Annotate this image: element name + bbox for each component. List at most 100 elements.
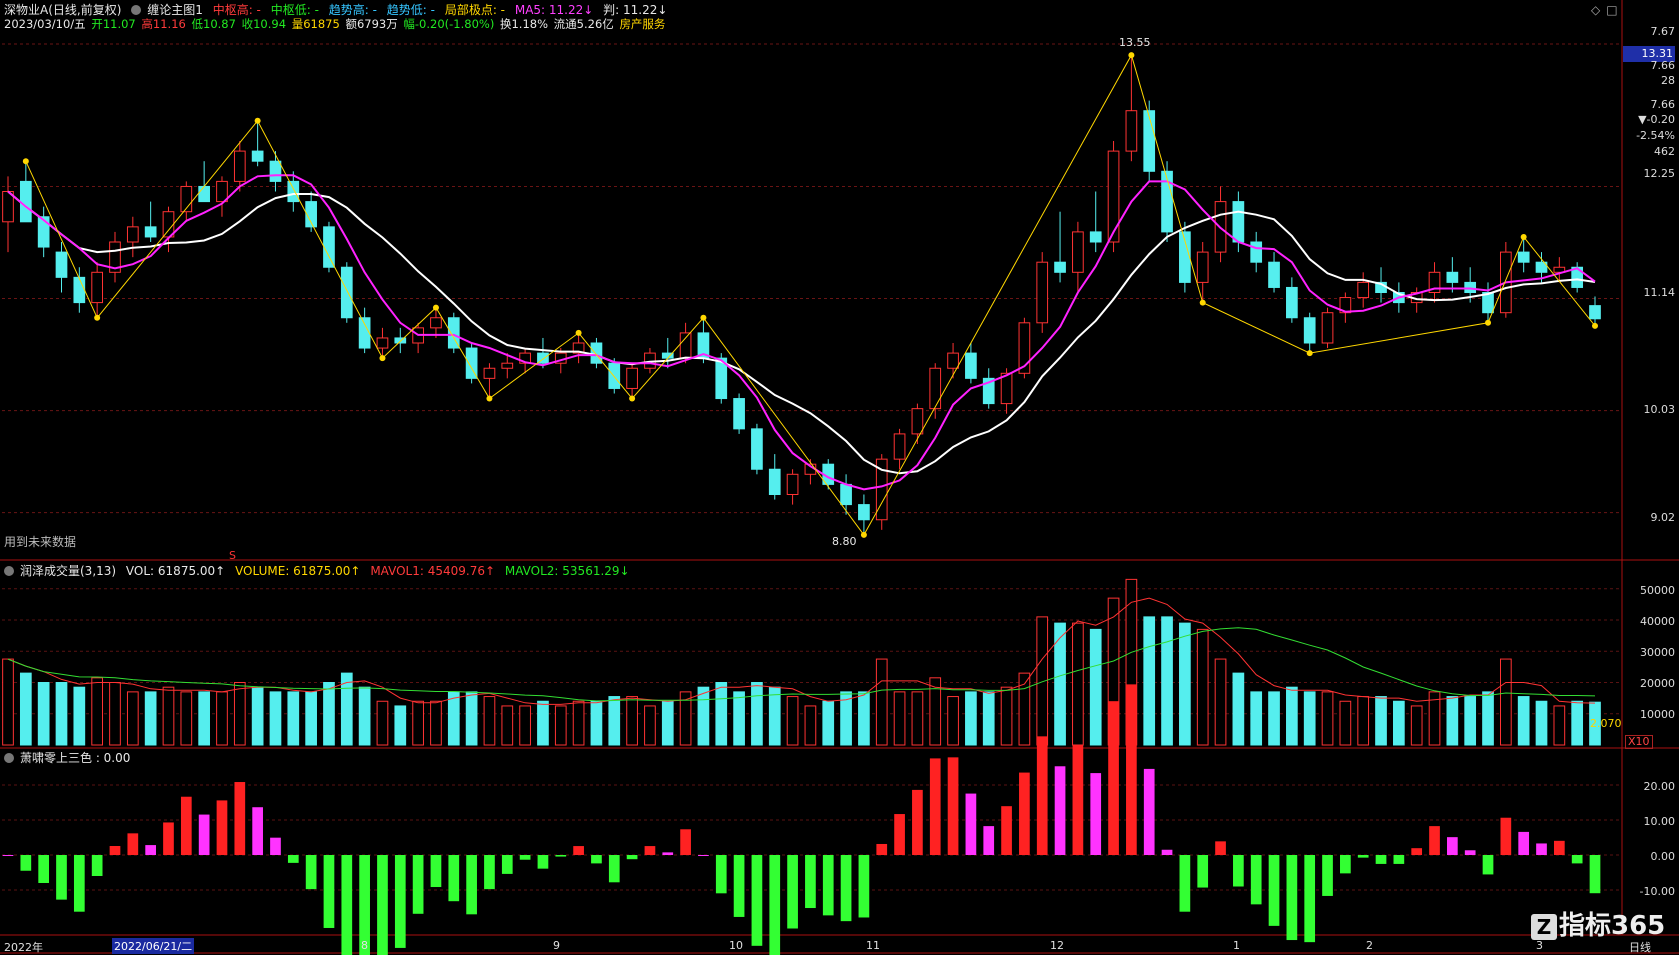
macd-bar-57	[1019, 772, 1030, 855]
legend-trend-high: 趋势高: -	[328, 3, 377, 17]
candle-body-50	[893, 433, 906, 460]
vol-tick-3: 30000	[1640, 646, 1675, 659]
stock-title[interactable]: 深物业A(日线,前复权)	[4, 3, 121, 17]
volume-bar-11	[198, 691, 210, 746]
volume-bar-37	[661, 700, 674, 746]
volume-bar-15	[269, 691, 282, 746]
macd-bar-55	[983, 826, 995, 855]
volume-bar-56	[1000, 686, 1013, 746]
macd-tick-4: -10.00	[1639, 885, 1675, 898]
macd-bar-88	[1571, 855, 1583, 864]
volume-bar-84	[1499, 658, 1512, 746]
chart-background	[0, 0, 1679, 955]
bar-high: 高11.16	[141, 17, 186, 31]
candle-body-81	[1446, 271, 1459, 283]
macd-title[interactable]: 萧啸零上三色 : 0.00	[20, 751, 130, 765]
rp-value-1: 7.67	[1650, 25, 1676, 38]
macd-bar-77	[1375, 855, 1387, 864]
macd-bar-59	[1054, 766, 1066, 855]
macd-bar-49	[876, 843, 888, 855]
macd-bar-54	[965, 793, 977, 855]
candle-body-28	[501, 362, 514, 369]
volume-bar-27	[483, 696, 496, 746]
volume-title[interactable]: 润泽成交量(3,13)	[20, 564, 116, 578]
diamond-icon[interactable]: ◇	[1591, 3, 1600, 17]
macd-bar-7	[127, 833, 139, 855]
macd-bar-6	[109, 846, 121, 855]
macd-bar-42	[751, 855, 763, 946]
maximize-icon[interactable]: □	[1606, 3, 1617, 17]
stock-chart-canvas[interactable]	[0, 0, 1679, 955]
macd-bar-3	[56, 855, 67, 900]
macd-bar-83	[1482, 855, 1494, 875]
macd-bar-86	[1536, 843, 1547, 855]
window-controls: ◇ □	[1591, 2, 1624, 18]
macd-bar-32	[573, 846, 584, 855]
macd-bar-16	[287, 855, 299, 863]
macd-bar-58	[1036, 736, 1048, 855]
volume-bar-85	[1517, 696, 1530, 746]
vol-tick-1: 50000	[1640, 584, 1675, 597]
indicator-toggle-icon[interactable]	[131, 5, 142, 15]
macd-bar-14	[252, 807, 263, 855]
macd-bar-50	[894, 814, 905, 855]
candle-body-82	[1464, 281, 1477, 293]
volume-bar-17	[305, 691, 317, 746]
macd-toggle-icon[interactable]	[4, 753, 14, 763]
vol-tick-2: 40000	[1640, 615, 1675, 628]
legend-zhongshu-low: 中枢低: -	[270, 3, 319, 17]
rp-value-4: 7.66	[1650, 98, 1676, 111]
volume-bar-67	[1196, 628, 1209, 746]
volume-bar-18	[323, 682, 335, 746]
macd-bar-68	[1215, 841, 1226, 855]
candle-body-16	[287, 180, 300, 203]
volume-bar-55	[982, 691, 995, 746]
candle-body-22	[394, 337, 407, 344]
volume-bar-79	[1410, 705, 1423, 746]
candle-body-14	[251, 150, 264, 162]
candle-body-73	[1303, 317, 1316, 344]
macd-bar-89	[1589, 855, 1601, 894]
bar-change: 幅-0.20(-1.80%)	[403, 17, 495, 31]
volume-bar-22	[394, 705, 407, 746]
macd-bar-11	[198, 814, 210, 855]
candle-body-8	[144, 226, 157, 238]
macd-bar-51	[912, 789, 923, 855]
rp-value-3: 28	[1661, 74, 1675, 87]
date-selected[interactable]: 2022/06/21/二	[112, 938, 195, 954]
macd-bar-43	[769, 855, 781, 955]
volume-bar-34	[608, 696, 621, 746]
volume-bar-3	[55, 682, 68, 746]
macd-bar-80	[1429, 826, 1440, 855]
macd-bar-87	[1553, 840, 1565, 855]
zigzag-point-3	[379, 355, 386, 362]
zigzag-point-12	[1306, 350, 1313, 357]
volume-bar-31	[554, 705, 567, 746]
macd-bar-66	[1179, 855, 1191, 912]
macd-bar-53	[947, 757, 959, 855]
volume-bar-83	[1482, 691, 1494, 746]
macd-bar-48	[858, 855, 870, 918]
future-data-note: 用到未来数据	[4, 535, 77, 549]
x10-badge[interactable]: X10	[1625, 735, 1653, 749]
rp-value-7: 462	[1654, 145, 1675, 158]
macd-bar-79	[1411, 848, 1423, 855]
macd-bar-27	[484, 855, 495, 890]
volume-bar-24	[430, 700, 442, 746]
mavol2-value: MAVOL2: 53561.29↓	[504, 564, 630, 578]
macd-legend: 萧啸零上三色 : 0.00	[4, 750, 136, 766]
macd-bar-71	[1268, 855, 1280, 926]
volume-bar-33	[590, 700, 603, 746]
macd-bar-78	[1393, 855, 1405, 864]
volume-toggle-icon[interactable]	[4, 566, 14, 576]
zigzag-point-0	[22, 158, 29, 165]
macd-bar-82	[1464, 850, 1476, 855]
main-indicator-name[interactable]: 缠论主图1	[147, 3, 203, 17]
site-logo: Z 指标365	[1531, 905, 1665, 942]
macd-bar-0	[2, 855, 14, 856]
volume-value: VOLUME: 61875.00↑	[235, 564, 361, 578]
zigzag-point-13	[1485, 319, 1492, 326]
zigzag-point-1	[94, 314, 101, 321]
macd-bar-13	[234, 782, 246, 855]
bar-sector[interactable]: 房产服务	[619, 17, 665, 31]
